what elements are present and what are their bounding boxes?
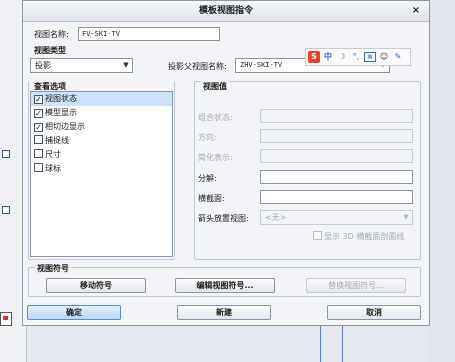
- parent-view-value: ZHV-SKI-TV: [240, 61, 283, 69]
- view-name-label: 视图名称:: [34, 30, 69, 39]
- dialog-titlebar[interactable]: 模板视图指令 ×: [23, 1, 429, 22]
- checkbox-icon[interactable]: ✓: [34, 109, 43, 118]
- arrow-view-label: 箭头放置视图:: [198, 214, 249, 223]
- checkbox-icon[interactable]: ✓: [34, 123, 43, 132]
- background-divider: [342, 326, 343, 362]
- arrow-view-value: <无>: [265, 213, 287, 222]
- edit-view-symbol-button[interactable]: 编辑视图符号...: [175, 278, 275, 293]
- background-widget-icon[interactable]: [0, 312, 12, 326]
- cross-section-field[interactable]: [260, 190, 413, 204]
- keyboard-icon[interactable]: ▦: [364, 52, 376, 62]
- tool-icon[interactable]: ✎: [392, 51, 404, 63]
- background-divider: [320, 326, 321, 362]
- view-type-value: 投影: [35, 61, 51, 70]
- template-view-dialog: 模板视图指令 × 视图名称: FV-SKI-TV 视图类型 投影 ▼ 投影父视图…: [22, 0, 430, 326]
- sidebar-marker: [2, 206, 10, 214]
- dialog-title: 模板视图指令: [198, 6, 253, 16]
- list-item[interactable]: ✓ 相切边显示: [31, 120, 172, 134]
- moon-icon[interactable]: ☽: [336, 51, 348, 63]
- combo-state-field: [260, 109, 413, 123]
- view-options-list[interactable]: ✓ 视图状态 ✓ 模型显示 ✓ 相切边显示 捕捉线 尺寸 球标: [30, 91, 173, 257]
- explode-field[interactable]: [260, 170, 413, 184]
- list-item[interactable]: ✓ 模型显示: [31, 106, 172, 120]
- list-item[interactable]: 捕捉线: [31, 134, 172, 148]
- ok-button[interactable]: 确定: [27, 305, 121, 320]
- list-item[interactable]: 球标: [31, 162, 172, 176]
- sidebar-marker: [2, 150, 10, 158]
- checkbox-icon[interactable]: [34, 149, 43, 158]
- arrow-view-select: <无> ▼: [260, 210, 413, 225]
- show-3d-xsec-option: 显示 3D 横截面剖面线: [313, 231, 404, 242]
- user-icon[interactable]: ☺: [378, 51, 390, 63]
- ime-logo-icon[interactable]: S: [308, 51, 320, 63]
- view-symbol-section-title: 视图符号: [35, 263, 71, 274]
- checkbox-icon[interactable]: [34, 135, 43, 144]
- new-button[interactable]: 新建: [177, 305, 271, 320]
- background-right-panel: [429, 0, 455, 362]
- cross-section-label: 横截面:: [198, 194, 225, 203]
- view-name-field[interactable]: FV-SKI-TV: [78, 27, 220, 41]
- replace-view-symbol-button: 替换视图符号...: [306, 278, 406, 293]
- direction-field: [260, 129, 413, 143]
- close-icon[interactable]: ×: [409, 1, 423, 21]
- view-type-select[interactable]: 投影 ▼: [30, 58, 133, 73]
- view-values-section-title: 视图值: [201, 81, 229, 92]
- ime-toolbar[interactable]: S 中 ☽ °, ▦ ☺ ✎: [305, 48, 411, 66]
- ime-mode-icon[interactable]: 中: [322, 51, 334, 63]
- simplified-rep-field: [260, 149, 413, 163]
- simplified-rep-label: 简化表示:: [198, 153, 233, 162]
- chevron-down-icon: ▼: [123, 61, 129, 69]
- combo-state-label: 组合状态:: [198, 113, 233, 122]
- cancel-button[interactable]: 取消: [327, 305, 421, 320]
- view-options-group: ✓ 视图状态 ✓ 模型显示 ✓ 相切边显示 捕捉线 尺寸 球标: [28, 81, 175, 260]
- view-type-section-title: 视图类型: [34, 46, 66, 55]
- explode-label: 分解:: [198, 174, 217, 183]
- chevron-down-icon: ▼: [403, 213, 409, 221]
- list-item[interactable]: ✓ 视图状态: [31, 92, 172, 106]
- direction-label: 方向:: [198, 133, 217, 142]
- checkbox-icon: [313, 231, 322, 240]
- dot-icon[interactable]: °,: [350, 51, 362, 63]
- checkbox-icon[interactable]: [34, 163, 43, 172]
- parent-view-label: 投影父视图名称:: [168, 62, 227, 71]
- list-item[interactable]: 尺寸: [31, 148, 172, 162]
- view-symbol-group: 视图符号 移动符号 编辑视图符号... 替换视图符号...: [28, 263, 421, 297]
- view-values-group: 视图值 组合状态: 方向: 简化表示: 分解: 横截面: 箭头放置视图: <无>…: [194, 81, 421, 260]
- checkbox-icon[interactable]: ✓: [34, 95, 43, 104]
- move-symbol-button[interactable]: 移动符号: [46, 278, 146, 293]
